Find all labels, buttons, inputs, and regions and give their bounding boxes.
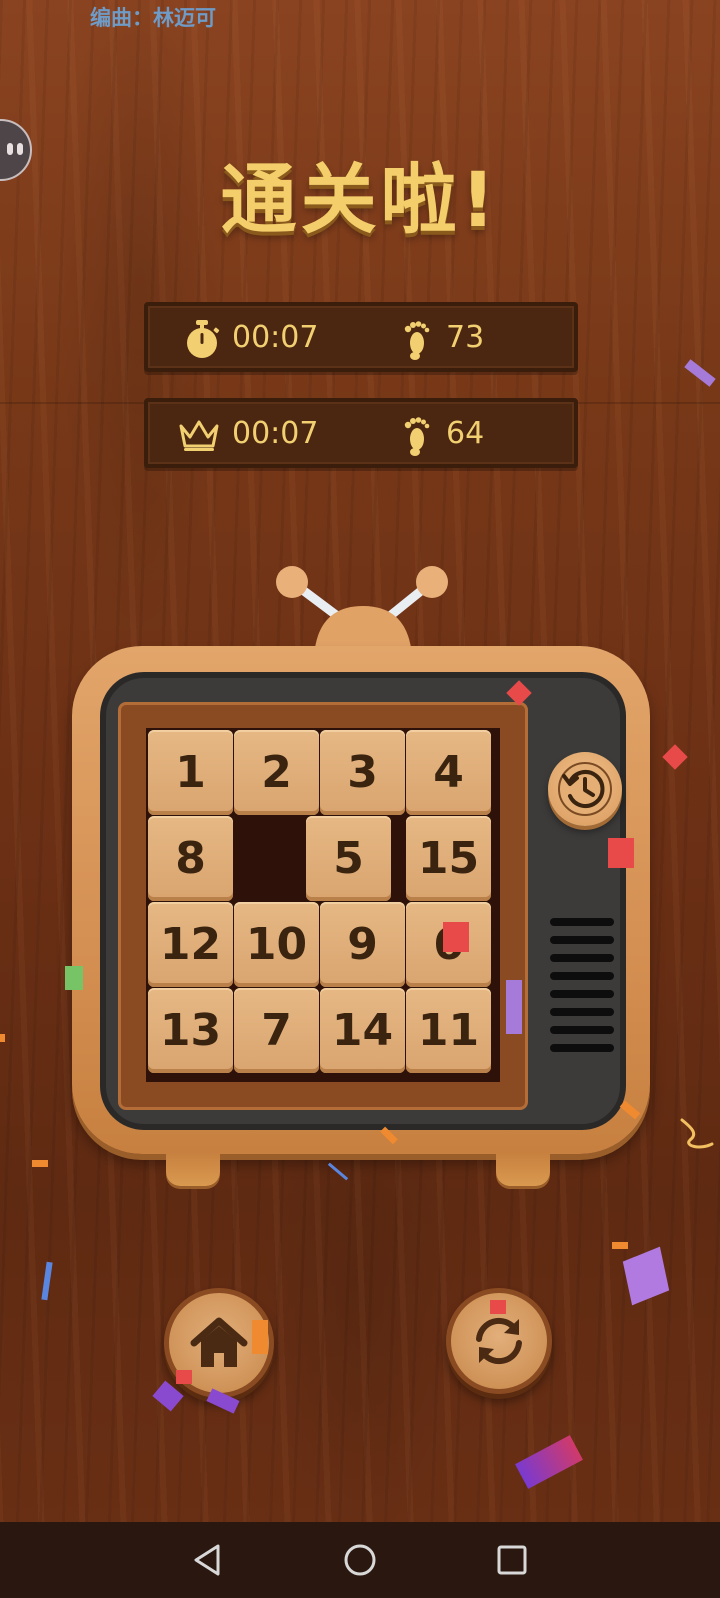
footprint-icon	[402, 416, 432, 464]
confetti	[252, 1320, 268, 1354]
tv-foot-right	[496, 1152, 550, 1186]
tile[interactable]: 4	[406, 730, 491, 815]
tile[interactable]: 7	[234, 988, 319, 1073]
puzzle-board: 1 2 3 4 8 5 15 12 10 9 6 13 7 14 11	[146, 728, 500, 1082]
best-steps: 64	[446, 416, 485, 451]
crown-icon	[178, 418, 220, 460]
stopwatch-icon	[184, 320, 220, 368]
restart-icon	[476, 1317, 522, 1365]
tile[interactable]: 5	[306, 816, 391, 901]
tile[interactable]: 10	[234, 902, 319, 987]
best-time: 00:07	[232, 416, 319, 451]
tile[interactable]: 2	[234, 730, 319, 815]
footprint-icon	[402, 320, 432, 368]
confetti	[176, 1370, 192, 1384]
confetti	[0, 1034, 5, 1042]
tv-antenna	[276, 566, 448, 656]
confetti	[65, 966, 83, 990]
tile[interactable]: 8	[148, 816, 233, 901]
undo-history-button[interactable]	[548, 752, 622, 826]
recents-icon[interactable]	[494, 1542, 530, 1578]
tile[interactable]: 12	[148, 902, 233, 987]
back-icon[interactable]	[190, 1542, 226, 1578]
tile[interactable]: 1	[148, 730, 233, 815]
tile[interactable]: 13	[148, 988, 233, 1073]
current-steps: 73	[446, 320, 485, 355]
history-icon	[558, 762, 612, 816]
tile[interactable]: 9	[320, 902, 405, 987]
tile[interactable]: 3	[320, 730, 405, 815]
current-time: 00:07	[232, 320, 319, 355]
level-complete-title: 通关啦!	[220, 155, 500, 244]
current-result-bar: 00:07 73	[144, 302, 578, 372]
home-icon	[190, 1317, 248, 1367]
empty-slot	[234, 816, 304, 901]
confetti	[680, 1118, 714, 1149]
tv-foot-left	[166, 1152, 220, 1186]
confetti	[443, 922, 469, 952]
system-navigation-bar	[0, 1522, 720, 1598]
home-nav-icon[interactable]	[342, 1542, 378, 1578]
tile[interactable]: 11	[406, 988, 491, 1073]
confetti	[506, 980, 522, 1034]
confetti	[32, 1160, 48, 1167]
best-result-bar: 00:07 64	[144, 398, 578, 468]
confetti	[612, 1242, 628, 1249]
confetti	[490, 1300, 506, 1314]
confetti	[608, 838, 634, 868]
tile[interactable]: 15	[406, 816, 491, 901]
tv-speaker-grille	[550, 918, 614, 1062]
tile[interactable]: 14	[320, 988, 405, 1073]
music-credit: 编曲：林迈可	[90, 6, 216, 30]
